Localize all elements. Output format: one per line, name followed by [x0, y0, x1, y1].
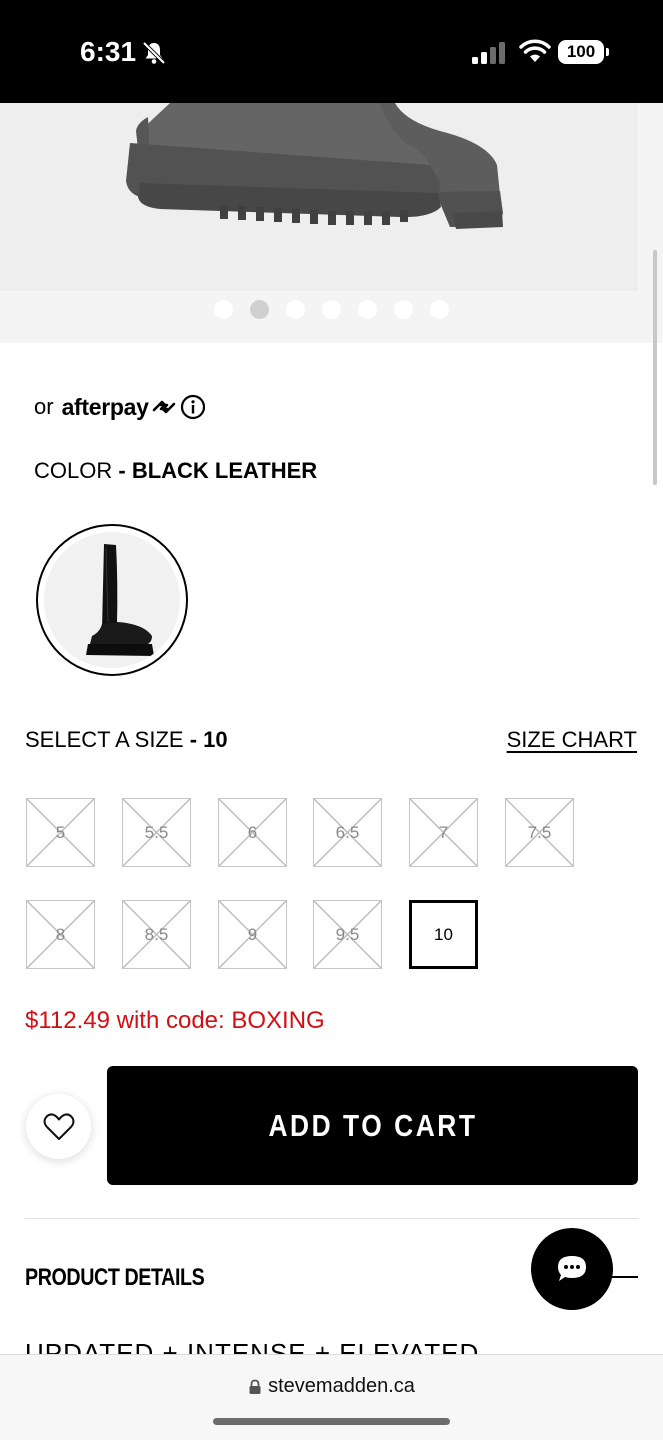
gallery-dot-active[interactable] — [250, 300, 269, 319]
size-option-label: 7.5 — [527, 822, 552, 842]
add-to-cart-label: ADD TO CART — [267, 1107, 478, 1143]
swatch-image — [44, 532, 180, 668]
page-scrollbar[interactable] — [653, 250, 657, 485]
size-option-10-selected[interactable]: 10 — [409, 900, 478, 969]
size-option-label: 6.5 — [335, 822, 360, 842]
product-details-title: PRODUCT DETAILS — [25, 1264, 205, 1291]
afterpay-logo-icon — [152, 400, 175, 414]
color-label-text: COLOR — [34, 458, 113, 483]
size-option-6-5[interactable]: 6.5 — [313, 798, 382, 867]
add-to-cart-button[interactable]: ADD TO CART — [107, 1066, 638, 1185]
product-details-summary-text: UPDATED + INTENSE + ELEVATED — [25, 1338, 480, 1355]
browser-url-bar[interactable]: stevemadden.ca — [0, 1354, 663, 1440]
color-swatch-black-leather[interactable] — [36, 524, 188, 676]
size-option-label: 6 — [247, 822, 258, 842]
heart-icon — [43, 1112, 74, 1140]
status-bar: 6:31 100 — [0, 0, 663, 103]
size-option-8[interactable]: 8 — [26, 900, 95, 969]
gallery-dot[interactable] — [214, 300, 233, 319]
section-divider — [25, 1218, 638, 1219]
chat-bubble-icon — [558, 1256, 586, 1281]
url-text: stevemadden.ca — [268, 1375, 415, 1397]
gallery-dot[interactable] — [286, 300, 305, 319]
url-display[interactable]: stevemadden.ca — [0, 1375, 663, 1398]
size-chart-link[interactable]: SIZE CHART — [507, 727, 637, 753]
product-image[interactable] — [0, 103, 638, 291]
size-separator: - — [189, 727, 198, 752]
size-label: SELECT A SIZE - 10 — [25, 727, 228, 753]
bell-slash-icon — [142, 41, 166, 65]
size-option-5[interactable]: 5 — [26, 798, 95, 867]
promo-price-text: $112.49 with code: BOXING — [25, 1007, 325, 1034]
gallery-dot[interactable] — [322, 300, 341, 319]
cellular-signal-icon — [472, 42, 505, 64]
size-option-7[interactable]: 7 — [409, 798, 478, 867]
info-icon[interactable] — [180, 394, 206, 420]
size-selected-value: 10 — [203, 727, 228, 752]
size-option-label: 5.5 — [144, 822, 169, 842]
battery-icon: 100 — [558, 40, 609, 64]
size-option-label: 9 — [247, 924, 258, 944]
afterpay-row[interactable]: or afterpay — [34, 390, 206, 424]
size-option-8-5[interactable]: 8.5 — [122, 900, 191, 969]
gallery-dot[interactable] — [358, 300, 377, 319]
size-option-label: 10 — [434, 924, 453, 944]
afterpay-prefix: or — [34, 394, 54, 419]
color-separator: - — [118, 458, 126, 483]
lock-icon — [249, 1379, 261, 1394]
chat-button[interactable] — [531, 1228, 613, 1310]
gallery-dot[interactable] — [394, 300, 413, 319]
home-indicator[interactable] — [213, 1418, 450, 1425]
product-details-summary: UPDATED + INTENSE + ELEVATED — [25, 1338, 479, 1355]
size-option-5-5[interactable]: 5.5 — [122, 798, 191, 867]
gallery-dot[interactable] — [430, 300, 449, 319]
wishlist-button[interactable] — [26, 1094, 91, 1159]
size-option-label: 5 — [55, 822, 66, 842]
product-details-toggle[interactable]: PRODUCT DETAILS — [25, 1264, 244, 1292]
size-option-label: 9.5 — [335, 924, 360, 944]
size-option-9[interactable]: 9 — [218, 900, 287, 969]
size-option-7-5[interactable]: 7.5 — [505, 798, 574, 867]
color-label: COLOR - BLACK LEATHER — [34, 458, 317, 484]
product-gallery[interactable] — [0, 103, 663, 343]
color-value: BLACK LEATHER — [131, 458, 318, 483]
size-option-label: 8 — [55, 924, 66, 944]
wifi-icon — [519, 39, 551, 62]
status-time: 6:31 — [80, 36, 137, 67]
boot-image — [0, 103, 638, 291]
size-option-label: 8.5 — [144, 924, 169, 944]
afterpay-brand: afterpay — [61, 393, 149, 420]
size-option-9-5[interactable]: 9.5 — [313, 900, 382, 969]
size-option-label: 7 — [438, 822, 449, 842]
size-label-text: SELECT A SIZE — [25, 727, 184, 752]
size-option-6[interactable]: 6 — [218, 798, 287, 867]
gallery-pagination — [0, 300, 663, 320]
